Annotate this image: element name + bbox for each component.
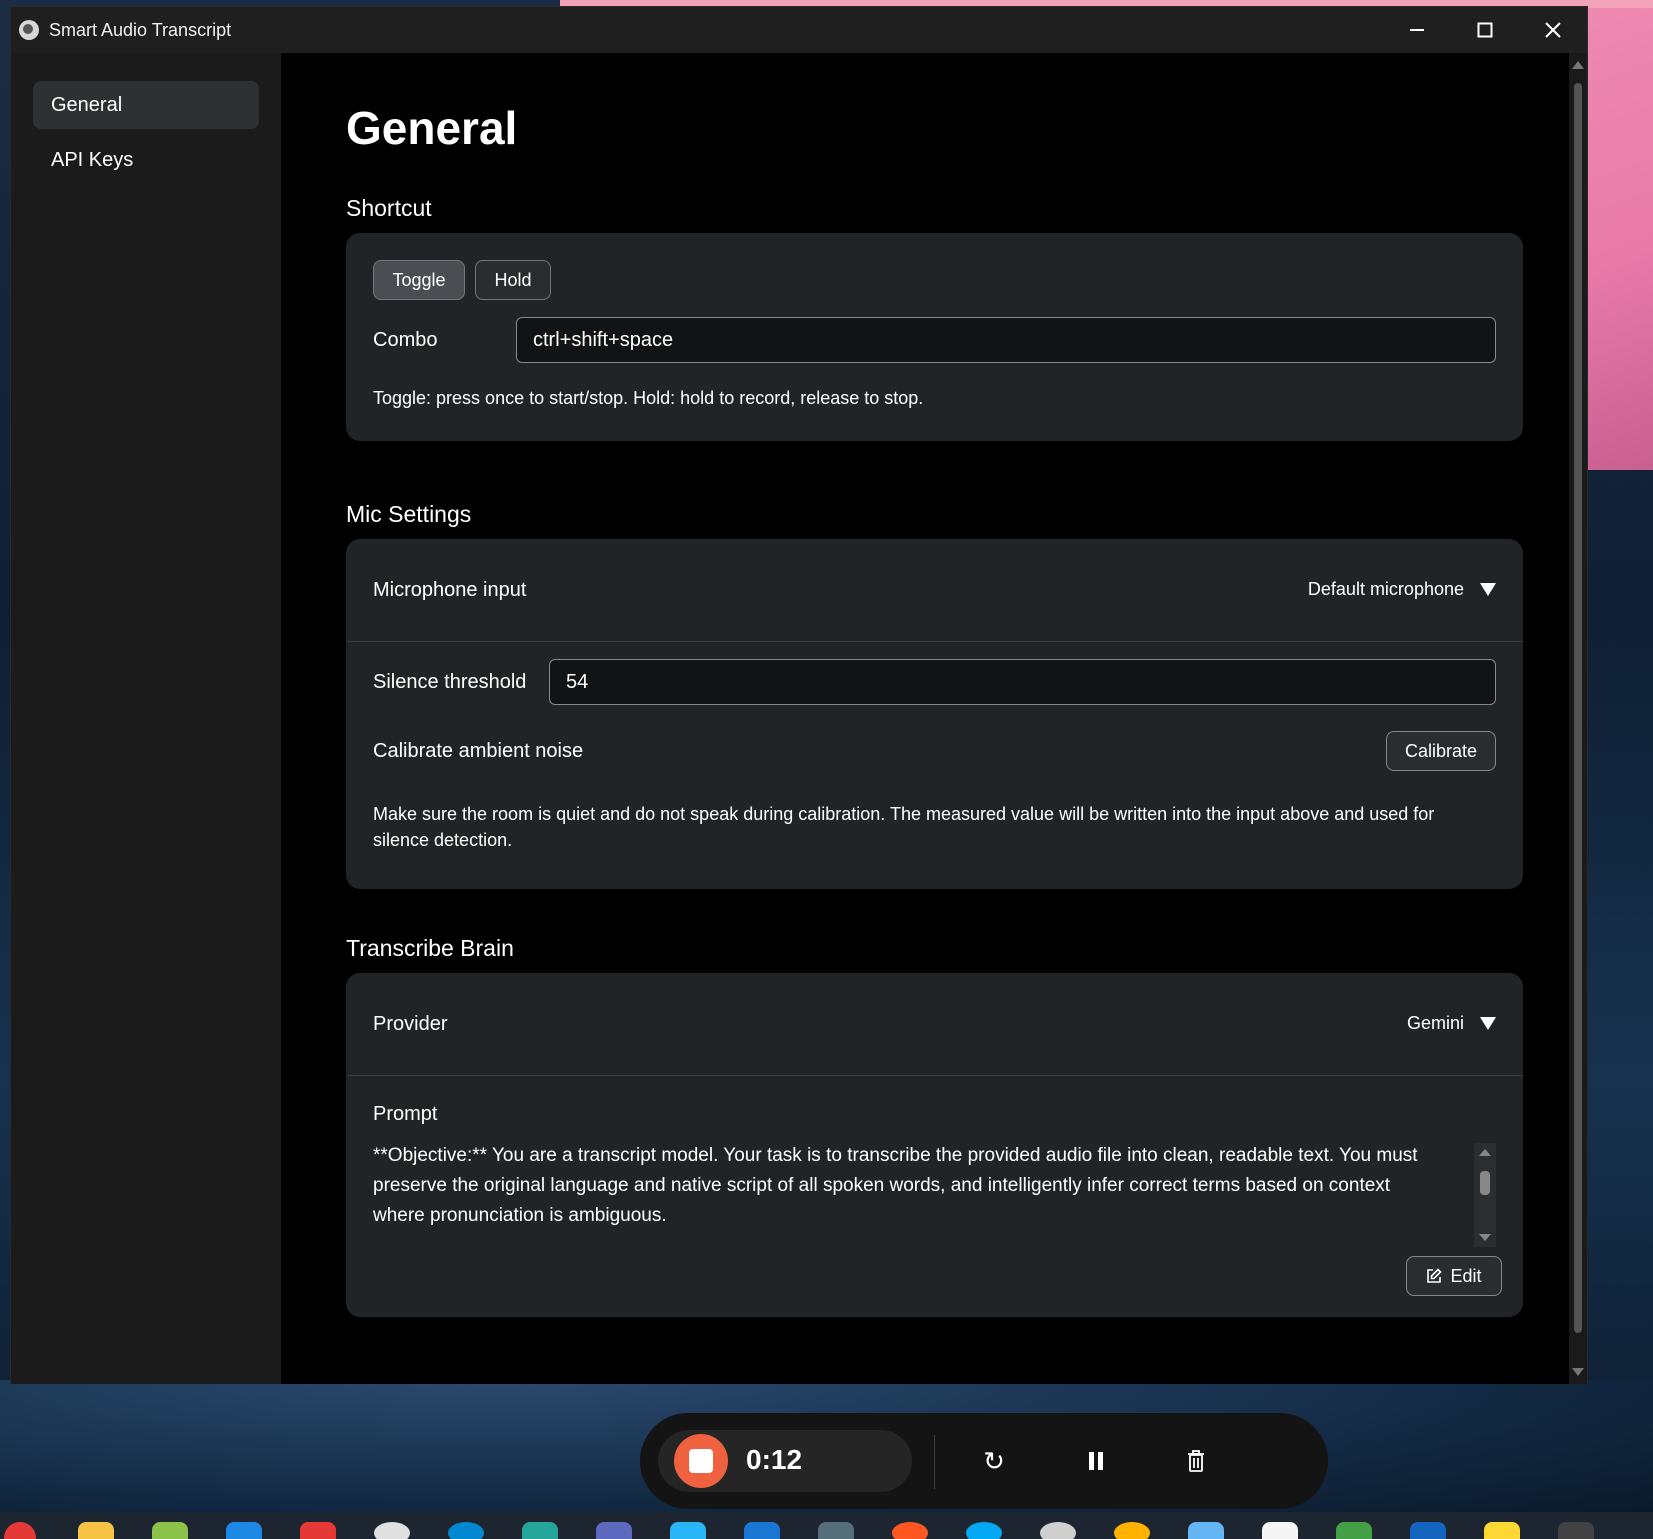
- recording-timer: 0:12: [746, 1444, 803, 1475]
- edit-button-label: Edit: [1450, 1266, 1482, 1286]
- calibrate-label: Calibrate ambient noise: [373, 740, 584, 762]
- section-title-brain: Transcribe Brain: [346, 935, 514, 961]
- prompt-scrollbar[interactable]: [1474, 1143, 1496, 1247]
- taskbar: [0, 1512, 1653, 1539]
- window-controls: [1383, 7, 1587, 53]
- notes-icon[interactable]: [152, 1522, 188, 1539]
- provider-label: Provider: [373, 1013, 448, 1035]
- sidebar-item-api-keys[interactable]: API Keys: [33, 136, 259, 184]
- section-title-mic: Mic Settings: [346, 501, 472, 527]
- delete-button[interactable]: [1178, 1443, 1214, 1479]
- git-icon[interactable]: [892, 1522, 928, 1539]
- section-title-shortcut: Shortcut: [346, 195, 432, 221]
- minimize-button[interactable]: [1383, 7, 1451, 53]
- microphone-select[interactable]: Default microphone: [1308, 579, 1496, 600]
- scroll-thumb[interactable]: [1480, 1171, 1490, 1195]
- divider: [934, 1435, 935, 1489]
- whatsapp-icon[interactable]: [1336, 1522, 1372, 1539]
- app-window: Smart Audio Transcript General API Keys …: [10, 6, 1588, 1384]
- mail-icon[interactable]: [1188, 1522, 1224, 1539]
- scroll-up-icon: [1479, 1149, 1491, 1156]
- combo-input[interactable]: ctrl+shift+space: [516, 317, 1496, 363]
- mic-card: Microphone input Default microphone Sile…: [346, 539, 1523, 889]
- shortcut-help-text: Toggle: press once to start/stop. Hold: …: [373, 388, 924, 408]
- divider: [346, 1075, 1523, 1076]
- paint-icon[interactable]: [1484, 1522, 1520, 1539]
- calibrate-help-text: Make sure the room is quiet and do not s…: [373, 804, 1435, 850]
- microphone-select-value: Default microphone: [1307, 579, 1464, 599]
- camera-icon[interactable]: [300, 1522, 336, 1539]
- scroll-down-icon[interactable]: [1572, 1368, 1584, 1376]
- browser-icon[interactable]: [966, 1522, 1002, 1539]
- combo-label: Combo: [373, 329, 438, 351]
- app-icon: [19, 20, 39, 40]
- vscode-icon[interactable]: [744, 1522, 780, 1539]
- silence-threshold-input[interactable]: 54: [549, 659, 1496, 705]
- minimize-icon: [1410, 29, 1424, 31]
- chrome-icon[interactable]: [4, 1522, 36, 1539]
- stop-icon: [689, 1449, 713, 1473]
- discord-icon[interactable]: [374, 1522, 410, 1539]
- provider-select[interactable]: Gemini: [1407, 1013, 1496, 1034]
- misc-icon[interactable]: [1558, 1522, 1594, 1539]
- microphone-input-label: Microphone input: [373, 579, 527, 601]
- scroll-thumb[interactable]: [1574, 83, 1582, 1333]
- maps-icon[interactable]: [1262, 1522, 1298, 1539]
- app3-icon[interactable]: [670, 1522, 706, 1539]
- chevron-down-icon: [1480, 1017, 1496, 1030]
- provider-select-value: Gemini: [1406, 1013, 1464, 1033]
- maximize-button[interactable]: [1451, 7, 1519, 53]
- scroll-down-icon: [1479, 1234, 1491, 1241]
- edge-icon[interactable]: [448, 1522, 484, 1539]
- restart-icon: ↻: [983, 1445, 1005, 1476]
- sidebar: General API Keys: [11, 53, 281, 1384]
- edit-prompt-button[interactable]: Edit: [1406, 1256, 1502, 1296]
- title-bar: Smart Audio Transcript: [11, 7, 1587, 53]
- scroll-up-icon[interactable]: [1572, 61, 1584, 69]
- trash-icon: [1188, 1450, 1204, 1472]
- edit-icon: [1427, 1268, 1443, 1283]
- folder-icon[interactable]: [78, 1522, 114, 1539]
- hold-mode-button[interactable]: Hold: [475, 260, 551, 300]
- calibrate-button[interactable]: Calibrate: [1386, 731, 1496, 771]
- sidebar-item-general[interactable]: General: [33, 81, 259, 129]
- shortcut-card: Toggle Hold Combo ctrl+shift+space Toggl…: [346, 233, 1523, 441]
- chevron-down-icon: [1480, 583, 1496, 596]
- window-title: Smart Audio Transcript: [49, 19, 232, 40]
- obs-icon[interactable]: [1040, 1522, 1076, 1539]
- restart-button[interactable]: ↻: [976, 1443, 1012, 1479]
- prompt-text[interactable]: **Objective:** You are a transcript mode…: [373, 1141, 1438, 1231]
- maximize-icon: [1477, 22, 1493, 38]
- toggle-mode-button[interactable]: Toggle: [373, 260, 465, 300]
- main-content: General Shortcut Toggle Hold Combo ctrl+…: [281, 53, 1571, 1384]
- terminal-icon[interactable]: [522, 1522, 558, 1539]
- recording-bar: 0:12 ↻: [640, 1413, 1328, 1509]
- pause-button[interactable]: [1078, 1443, 1114, 1479]
- pause-icon: [1089, 1452, 1103, 1470]
- teams-icon[interactable]: [1410, 1522, 1446, 1539]
- close-icon: [1545, 22, 1561, 38]
- page-title: General: [346, 102, 518, 154]
- divider: [346, 641, 1523, 642]
- calendar-icon[interactable]: [596, 1522, 632, 1539]
- close-button[interactable]: [1519, 7, 1587, 53]
- brain-card: Provider Gemini Prompt **Objective:** Yo…: [346, 973, 1523, 1317]
- app-icon[interactable]: [226, 1522, 262, 1539]
- prompt-label: Prompt: [373, 1103, 438, 1125]
- weather-icon[interactable]: [1114, 1522, 1150, 1539]
- recording-pill: 0:12: [658, 1430, 912, 1492]
- tools-icon[interactable]: [818, 1522, 854, 1539]
- main-scrollbar[interactable]: [1569, 53, 1587, 1384]
- silence-threshold-label: Silence threshold: [373, 671, 527, 693]
- stop-recording-button[interactable]: [674, 1434, 728, 1488]
